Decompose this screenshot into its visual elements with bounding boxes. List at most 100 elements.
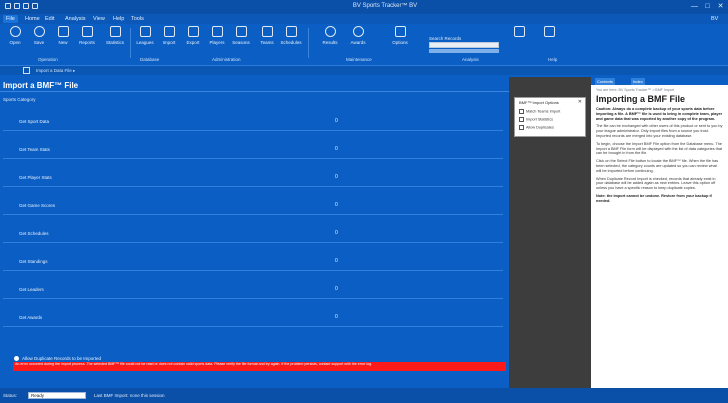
page-title: Import a BMF™ File [3,81,79,90]
status-field[interactable]: Ready [28,392,86,399]
menu-analysis[interactable]: Analysis [62,15,88,23]
new-file-icon [57,26,69,37]
ribbon-button-import[interactable]: Import [160,26,178,54]
ribbon-button-leagues[interactable]: Leagues [136,26,154,54]
quick-redo-icon[interactable] [32,3,38,9]
row-label: Get Player Stats [19,175,52,180]
form-row[interactable]: Get Schedules 0 [0,225,509,243]
help-tabs: Contents Index [591,77,728,85]
import-form: Import a BMF™ File Sports Category Get S… [0,77,509,368]
schedule-icon [285,26,297,37]
breadcrumb[interactable]: You are here: BV Sports Tracker™ > BMF I… [596,88,723,92]
app-window: BV Sports Tracker™ BV — □ ✕ File Home Ed… [0,0,728,403]
form-row[interactable]: Get Leaders 0 [0,281,509,299]
form-row[interactable]: Get Game Scores 0 [0,197,509,215]
popup-option[interactable]: Match Teams Import [519,109,560,114]
row-label: Get Schedules [19,231,49,236]
help-paragraph: Caution: Always do a complete backup of … [596,107,723,121]
ribbon-group-maintenance: Maintenance [346,57,372,62]
export-icon [187,26,199,37]
help-title: Importing a BMF File [596,94,685,104]
ribbon-button-teams[interactable]: Teams [258,26,276,54]
form-row[interactable]: Get Player Stats 0 [0,169,509,187]
ribbon-button-save[interactable]: Save [30,26,48,54]
menu-edit[interactable]: Edit [42,15,57,23]
quick-undo-icon[interactable] [23,3,29,9]
search-input[interactable] [429,42,499,48]
ribbon-separator [308,28,309,58]
row-value: 0 [335,258,338,264]
maximize-button[interactable]: □ [703,2,712,11]
ribbon-button-seasons[interactable]: Seasons [232,26,250,54]
status-label: Status: [3,393,18,398]
ribbon-button-statistics[interactable]: Statistics [106,26,124,54]
status-text: Last BMF Import: none this session [94,393,165,398]
help-paragraph: Note: the import cannot be undone. Resto… [596,193,712,203]
menu-view[interactable]: View [90,15,108,23]
ribbon-button-go[interactable] [510,26,528,54]
ribbon-button-new[interactable]: New [54,26,72,54]
help-paragraph: To begin, choose the Import BMF File opt… [596,141,722,156]
form-row[interactable]: Get Sport Data 0 [0,113,509,131]
results-icon [324,26,336,37]
minimize-button[interactable]: — [690,2,699,11]
close-icon[interactable]: ✕ [578,99,582,105]
ribbon-group-operation: Operation [38,57,58,62]
close-window-button[interactable]: ✕ [716,2,725,11]
ribbon-button-options[interactable]: Options [390,26,410,54]
window-title: BV Sports Tracker™ BV [352,3,418,9]
divider [0,91,509,92]
ribbon-button-awards[interactable]: Awards [348,26,368,54]
import-icon [163,26,175,37]
ribbon-button-open[interactable]: Open [6,26,24,54]
ribbon-button-reports[interactable]: Reports [78,26,96,54]
form-row[interactable]: Get Standings 0 [0,253,509,271]
row-value: 0 [335,314,338,320]
row-value: 0 [335,286,338,292]
ribbon-button-export[interactable]: Export [184,26,202,54]
row-divider [3,158,503,159]
help-icon [543,26,555,37]
row-divider [3,242,503,243]
popup-option[interactable]: Allow Duplicates [519,125,554,130]
popup-option[interactable]: Import Statistics [519,117,553,122]
menu-home[interactable]: Home [22,15,43,23]
ribbon-button-results[interactable]: Results [320,26,340,54]
popup-title: BMF™ Import Options [519,100,559,105]
folder-icon [9,26,21,37]
help-paragraph: The file can be exchanged with other use… [596,124,723,138]
form-row[interactable]: Get Team Stats 0 [0,141,509,159]
radio-label: Allow Duplicate Records to be Imported [22,356,102,361]
report-icon [81,26,93,37]
go-icon [513,26,525,37]
chart-icon [109,26,121,37]
search-label: Search Records [429,36,462,41]
ribbon-group-help: Help [548,57,558,62]
save-icon [33,26,45,37]
row-divider [3,186,503,187]
menu-file[interactable]: File [3,15,18,23]
quick-save-icon[interactable] [14,3,20,9]
trophy-icon [139,26,151,37]
row-label: Get Awards [19,315,43,320]
menu-help[interactable]: Help [110,15,127,23]
ribbon-button-players[interactable]: Players [208,26,226,54]
team-icon [261,26,273,37]
sub-toolbar-label: Import a Data File ▸ [36,68,76,73]
app-icon [5,3,11,9]
ribbon-button-help[interactable] [540,26,558,54]
form-row[interactable]: Get Awards 0 [0,309,509,327]
tab-contents[interactable]: Contents [595,78,616,85]
search-filter-field[interactable] [429,49,499,53]
radio-button[interactable] [14,356,19,361]
ribbon-button-schedules[interactable]: Schedules [280,26,302,54]
import-icon[interactable] [23,67,30,74]
menu-tools[interactable]: Tools [128,15,147,23]
row-value: 0 [335,230,338,236]
players-icon [211,26,223,37]
calendar-icon [235,26,247,37]
options-icon [394,26,406,37]
tab-index[interactable]: Index [631,78,645,85]
help-paragraph: When Duplicate Record Import is checked,… [596,176,716,191]
ribbon: Open Save New Reports Statistics Leagues… [0,24,728,66]
